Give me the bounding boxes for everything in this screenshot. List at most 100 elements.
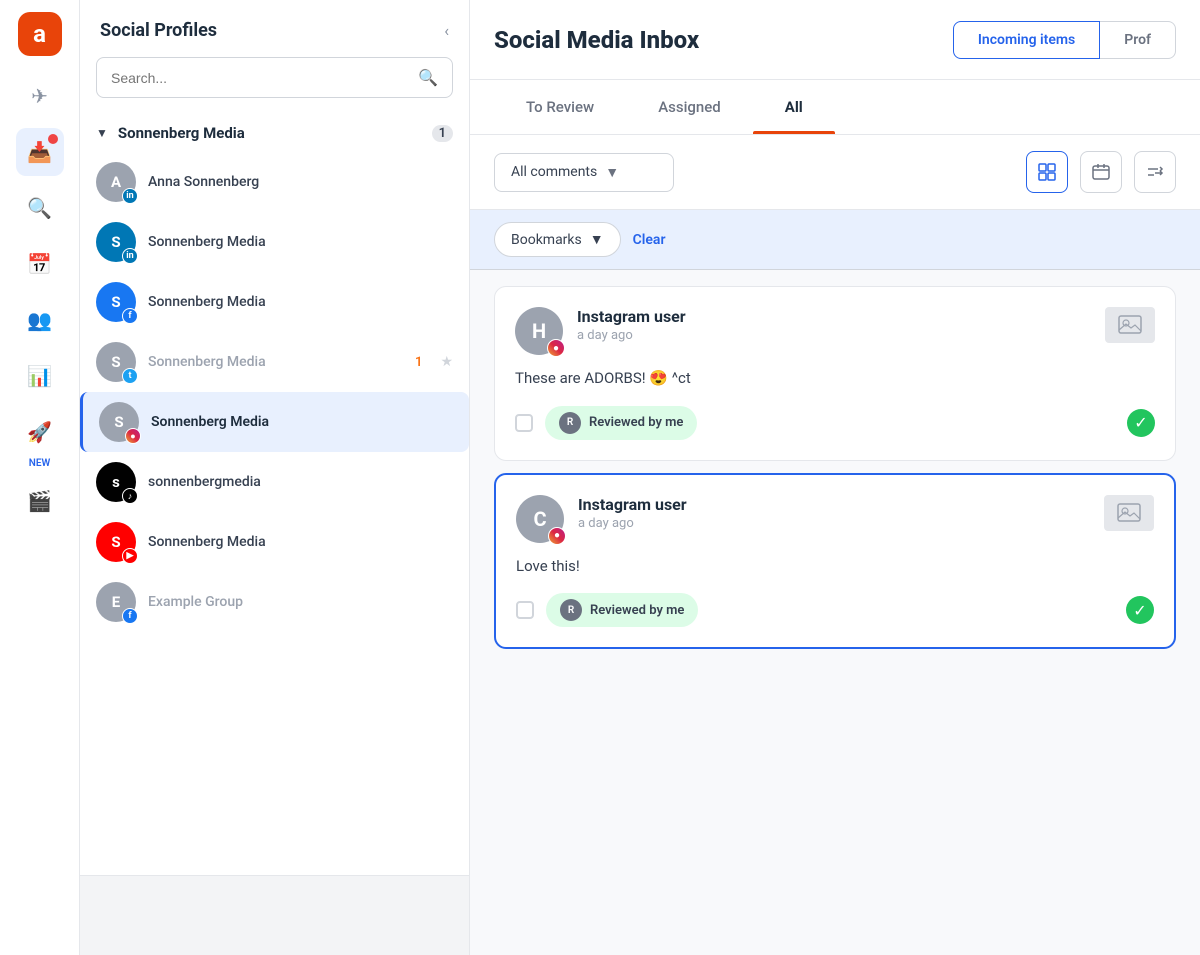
all-tab[interactable]: All [753,80,835,134]
avatar: C ● [516,495,564,543]
reviewer-avatar: R [560,599,582,621]
search-nav-icon[interactable]: 🔍 [16,184,64,232]
analytics-nav-icon[interactable]: 📊 [16,352,64,400]
profile-list: A in Anna Sonnenberg S in Sonnenberg Med… [80,152,469,632]
inbox-item[interactable]: H ● Instagram user a day ago [494,286,1176,461]
youtube-badge: ▶ [122,548,138,564]
avatar: A in [96,162,136,202]
filter-label: All comments [511,164,597,180]
list-item[interactable]: S t Sonnenberg Media 1 ★ [80,332,469,392]
inbox-list: H ● Instagram user a day ago [470,270,1200,665]
profile-group-header[interactable]: ▼ Sonnenberg Media 1 [96,114,453,152]
sort-icon [1146,163,1164,181]
clear-filter-button[interactable]: Clear [633,232,666,248]
reviewed-label: Reviewed by me [590,603,684,618]
team-nav-icon[interactable]: 👥 [16,296,64,344]
item-message: Love this! [516,555,1154,578]
avatar: S in [96,222,136,262]
page-title: Social Media Inbox [494,26,953,54]
item-time: a day ago [577,328,1091,343]
star-icon[interactable]: ★ [440,354,453,370]
item-checkbox[interactable] [516,601,534,619]
profile-tab[interactable]: Prof [1100,21,1176,59]
list-item[interactable]: A in Anna Sonnenberg [80,152,469,212]
item-time: a day ago [578,516,1090,531]
comment-filter-select[interactable]: All comments ▼ [494,153,674,192]
chevron-down-icon: ▼ [590,231,604,248]
list-item[interactable]: S in Sonnenberg Media [80,212,469,272]
notification-count: 1 [415,355,422,370]
reviewed-badge[interactable]: R Reviewed by me [545,406,697,440]
item-header: C ● Instagram user a day ago [516,495,1154,543]
content-area: H ● Instagram user a day ago [470,270,1200,955]
twitter-badge: t [122,368,138,384]
list-item[interactable]: s ♪ sonnenbergmedia [80,452,469,512]
profile-group: ▼ Sonnenberg Media 1 [80,114,469,152]
inbox-nav-icon[interactable]: 📥 [16,128,64,176]
item-image-placeholder [1104,495,1154,531]
chevron-down-icon: ▼ [96,126,108,140]
instagram-badge: ● [547,339,565,357]
sidebar-footer [80,875,469,955]
send-nav-icon[interactable]: ✈ [16,72,64,120]
linkedin-badge: in [122,248,138,264]
avatar: H ● [515,307,563,355]
tiktok-badge: ♪ [122,488,138,504]
sidebar-title: Social Profiles [100,20,217,41]
list-item[interactable]: E f Example Group [80,572,469,632]
sub-tabs: To Review Assigned All [470,80,1200,135]
item-header: H ● Instagram user a day ago [515,307,1155,355]
profile-group-count: 1 [432,125,453,142]
reviewed-label: Reviewed by me [589,415,683,430]
list-item[interactable]: S ▶ Sonnenberg Media [80,512,469,572]
facebook-badge: f [122,308,138,324]
search-box[interactable]: 🔍 [96,57,453,98]
app-logo[interactable]: a [18,12,62,56]
calendar-nav-icon[interactable]: 📅 [16,240,64,288]
search-icon: 🔍 [418,68,438,87]
top-tabs: Incoming items Prof [953,21,1176,59]
profile-name: Sonnenberg Media [148,534,453,550]
sidebar-header: Social Profiles ‹ [80,0,469,57]
calendar-view-button[interactable] [1080,151,1122,193]
calendar-icon [1091,162,1111,182]
new-nav-label: NEW [29,458,51,469]
left-navigation: a ✈ 📥 🔍 📅 👥 📊 🚀 NEW 🎬 [0,0,80,955]
sort-button[interactable] [1134,151,1176,193]
list-item[interactable]: S ● Sonnenberg Media [80,392,469,452]
profile-name: Sonnenberg Media [148,354,403,370]
item-footer: R Reviewed by me ✓ [516,593,1154,627]
profile-name: Sonnenberg Media [148,294,453,310]
collapse-button[interactable]: ‹ [444,21,449,40]
complete-check[interactable]: ✓ [1127,409,1155,437]
bookmarks-bar: Bookmarks ▼ Clear [470,210,1200,270]
complete-check[interactable]: ✓ [1126,596,1154,624]
item-checkbox[interactable] [515,414,533,432]
to-review-tab[interactable]: To Review [494,80,626,134]
avatar: E f [96,582,136,622]
sidebar: Social Profiles ‹ 🔍 ▼ Sonnenberg Media 1… [80,0,470,955]
profile-name: Sonnenberg Media [151,414,453,430]
top-bar: Social Media Inbox Incoming items Prof [470,0,1200,80]
reviewed-badge[interactable]: R Reviewed by me [546,593,698,627]
grid-view-button[interactable] [1026,151,1068,193]
reviewer-avatar: R [559,412,581,434]
item-username: Instagram user [577,307,1091,326]
linkedin-badge: in [122,188,138,204]
assigned-tab[interactable]: Assigned [626,80,753,134]
search-input[interactable] [111,70,418,86]
new-nav-icon[interactable]: 🚀 [16,408,64,456]
avatar: S t [96,342,136,382]
inbox-item[interactable]: C ● Instagram user a day ago [494,473,1176,650]
incoming-items-tab[interactable]: Incoming items [953,21,1100,59]
facebook-badge: f [122,608,138,624]
list-item[interactable]: S f Sonnenberg Media [80,272,469,332]
item-footer: R Reviewed by me ✓ [515,406,1155,440]
filter-bar: All comments ▼ [470,135,1200,210]
main-content: Social Media Inbox Incoming items Prof T… [470,0,1200,955]
media-nav-icon[interactable]: 🎬 [16,477,64,525]
item-info: Instagram user a day ago [578,495,1090,531]
bookmark-filter-select[interactable]: Bookmarks ▼ [494,222,621,257]
item-info: Instagram user a day ago [577,307,1091,343]
profile-name: sonnenbergmedia [148,474,453,490]
